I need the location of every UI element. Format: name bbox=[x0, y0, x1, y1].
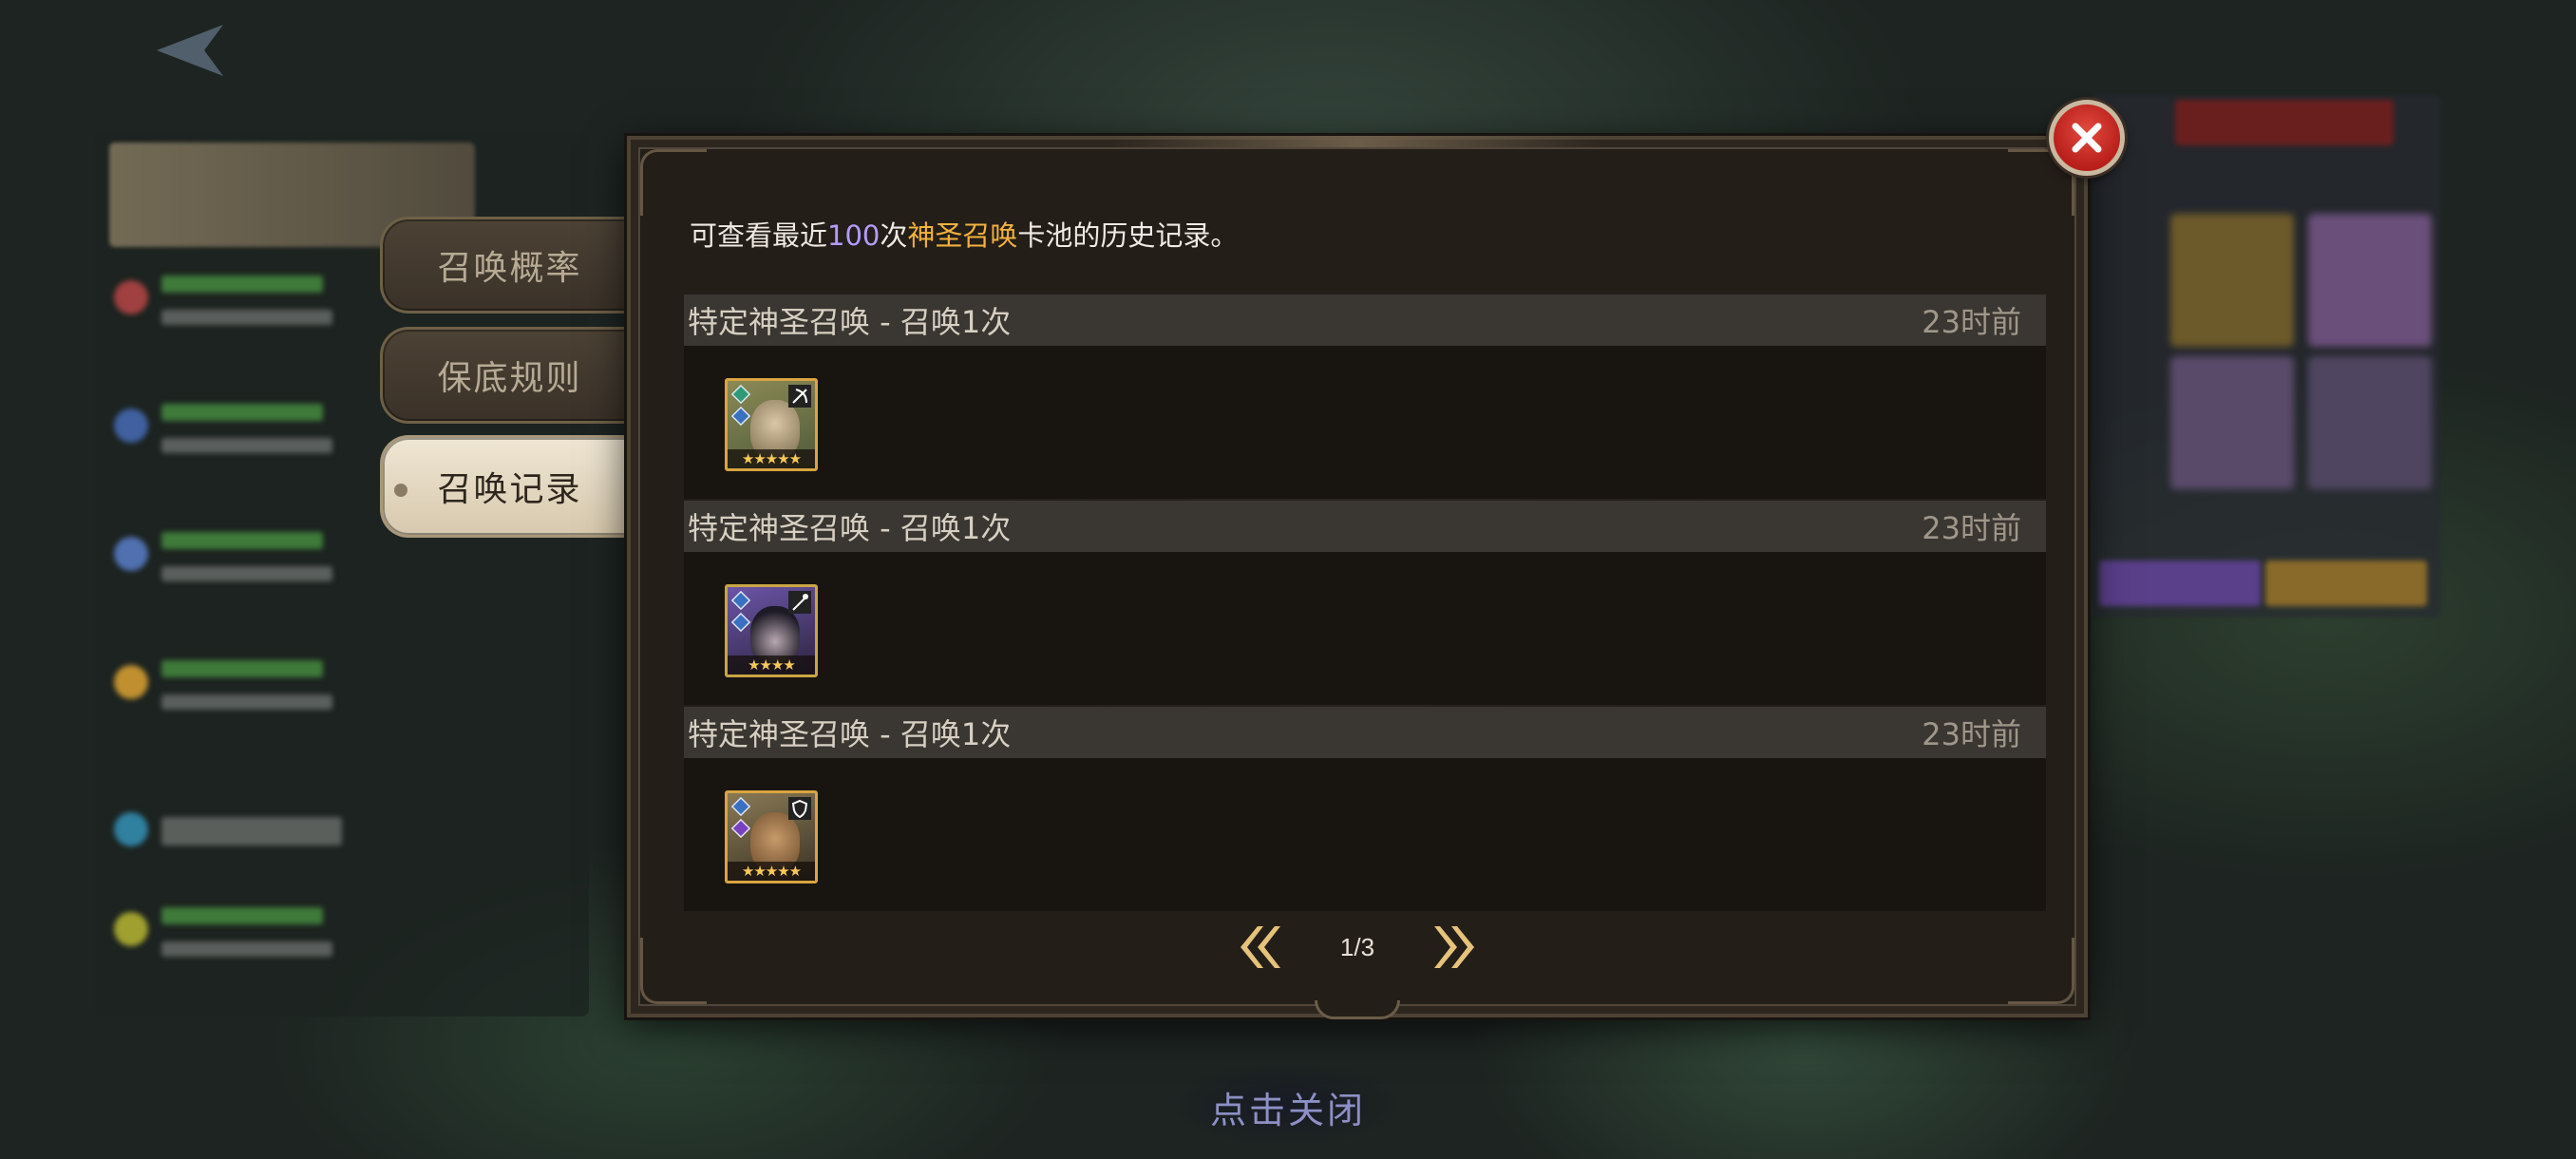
background-menu-item bbox=[114, 907, 342, 964]
tap-to-close-text[interactable]: 点击关闭 bbox=[0, 1081, 2576, 1133]
shield-class-icon bbox=[788, 797, 811, 820]
background-hero-card bbox=[2308, 214, 2432, 347]
background-hero-card bbox=[2170, 356, 2294, 489]
frame-corner bbox=[640, 149, 707, 216]
close-icon bbox=[2072, 123, 2102, 153]
star-rating: ★★★★★ bbox=[728, 449, 815, 468]
background-menu-item bbox=[114, 532, 342, 589]
pagination: 1/3 bbox=[1229, 919, 1486, 976]
record-time: 23时前 bbox=[1922, 716, 2021, 752]
element-icon bbox=[730, 384, 751, 405]
star-rating: ★★★★ bbox=[728, 656, 815, 674]
desc-pool-name: 神圣召唤 bbox=[907, 219, 1018, 252]
tab-label: 召唤记录 bbox=[437, 470, 582, 509]
element-icon bbox=[730, 590, 751, 611]
active-indicator-dot bbox=[394, 484, 407, 497]
tab-pity-rules[interactable]: 保底规则 bbox=[380, 327, 636, 424]
background-menu-item bbox=[114, 404, 342, 461]
record-item: 特定神圣召唤 - 召唤1次 23时前 ★★★★ bbox=[684, 501, 2046, 705]
desc-count: 100 bbox=[827, 219, 881, 252]
record-list: 特定神圣召唤 - 召唤1次 23时前 ★★★★★ 特定神圣召唤 - 召唤1次 2… bbox=[684, 294, 2046, 913]
record-header: 特定神圣召唤 - 召唤1次 23时前 bbox=[684, 294, 2046, 346]
record-title: 特定神圣召唤 - 召唤1次 bbox=[688, 510, 1012, 546]
element-icon bbox=[730, 612, 751, 633]
tab-label: 保底规则 bbox=[437, 359, 582, 398]
staff-class-icon bbox=[788, 591, 811, 614]
prev-page-chevron-icon[interactable] bbox=[1229, 919, 1286, 976]
element-icons bbox=[730, 384, 752, 427]
hero-portrait-dwarf[interactable]: ★★★★★ bbox=[725, 790, 818, 884]
desc-text: 可查看最近 bbox=[690, 219, 828, 252]
element-icon bbox=[730, 818, 751, 839]
page-indicator: 1/3 bbox=[1339, 932, 1375, 961]
record-item: 特定神圣召唤 - 召唤1次 23时前 ★★★★★ bbox=[684, 294, 2046, 499]
background-hero-card bbox=[2308, 356, 2432, 489]
desc-text: 卡池的历史记录。 bbox=[1017, 219, 1239, 252]
background-button bbox=[2099, 560, 2261, 606]
record-time: 23时前 bbox=[1922, 304, 2021, 340]
star-rating: ★★★★★ bbox=[728, 862, 815, 881]
record-time: 23时前 bbox=[1922, 510, 2021, 546]
background-menu-item bbox=[114, 276, 342, 332]
element-icons bbox=[730, 796, 752, 839]
tab-label: 召唤概率 bbox=[437, 249, 582, 288]
record-title: 特定神圣召唤 - 召唤1次 bbox=[688, 304, 1012, 340]
record-item: 特定神圣召唤 - 召唤1次 23时前 ★★★★★ bbox=[684, 707, 2046, 911]
element-icon bbox=[730, 796, 751, 817]
back-arrow-icon[interactable] bbox=[147, 17, 242, 84]
background-menu-item bbox=[114, 808, 342, 864]
frame-ornament bbox=[1110, 136, 1604, 147]
background-menu-item bbox=[114, 660, 342, 717]
bow-class-icon bbox=[788, 385, 811, 408]
element-icons bbox=[730, 590, 752, 633]
record-title: 特定神圣召唤 - 召唤1次 bbox=[688, 716, 1012, 752]
tab-summon-history[interactable]: 召唤记录 bbox=[380, 435, 636, 538]
background-banner-title bbox=[2175, 100, 2394, 145]
close-button[interactable] bbox=[2049, 100, 2125, 176]
record-header: 特定神圣召唤 - 召唤1次 23时前 bbox=[684, 501, 2046, 552]
frame-corner bbox=[640, 938, 707, 1004]
element-icon bbox=[730, 406, 751, 427]
summon-history-dialog: 可查看最近100次神圣召唤卡池的历史记录。 特定神圣召唤 - 召唤1次 23时前… bbox=[627, 136, 2088, 1019]
frame-corner bbox=[2008, 938, 2074, 1004]
hero-portrait-green-elf[interactable]: ★★★★★ bbox=[725, 378, 818, 471]
background-hero-card bbox=[2170, 214, 2294, 347]
record-header: 特定神圣召唤 - 召唤1次 23时前 bbox=[684, 707, 2046, 758]
background-button bbox=[2265, 560, 2427, 606]
next-page-chevron-icon[interactable] bbox=[1429, 919, 1486, 976]
tab-summon-rates[interactable]: 召唤概率 bbox=[380, 217, 636, 314]
frame-ornament bbox=[1315, 1000, 1400, 1019]
desc-text: 次 bbox=[880, 219, 908, 252]
hero-portrait-hooded-mage[interactable]: ★★★★ bbox=[725, 584, 818, 677]
history-description: 可查看最近100次神圣召唤卡池的历史记录。 bbox=[690, 214, 1238, 254]
